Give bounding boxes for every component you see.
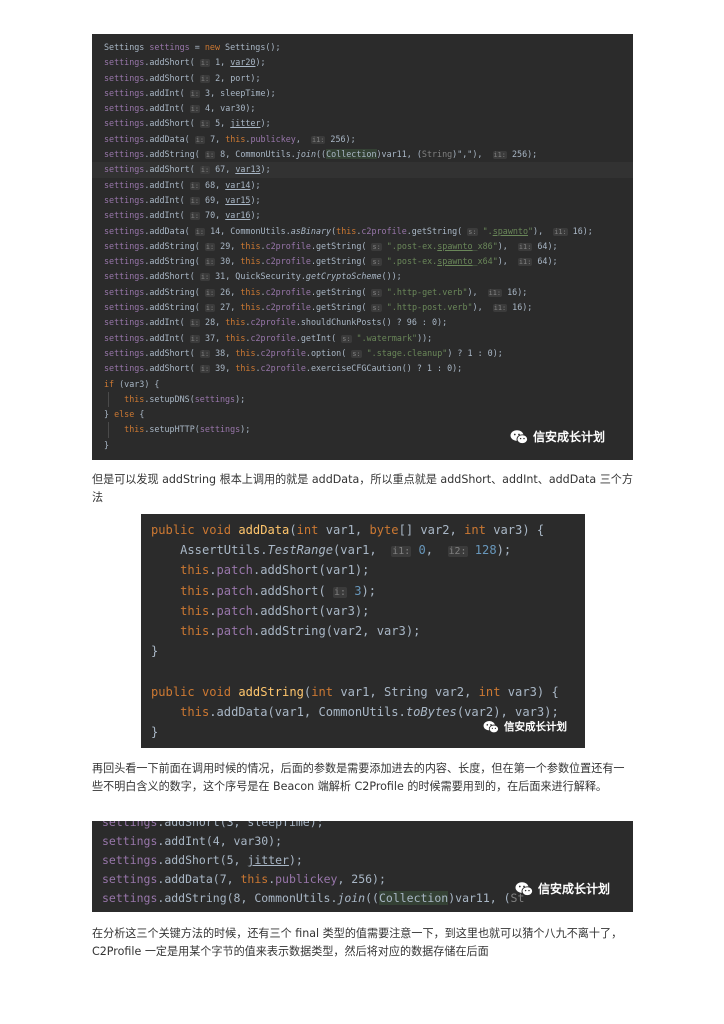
wechat-watermark: 信安成长计划 [515, 880, 610, 897]
code-line: settings.addShort( i: 5, jitter); [104, 118, 271, 129]
code-line: settings.addInt( i: 28, this.c2profile.s… [104, 317, 448, 328]
wechat-icon [483, 720, 499, 733]
code-line: settings.addInt( i: 4, var30); [104, 103, 256, 114]
code-line: settings.addInt( i: 70, var16); [104, 210, 261, 221]
code-line: this.patch.addShort( i: 3); [180, 583, 377, 598]
code-line: this.patch.addShort(var3); [180, 603, 370, 618]
code-screenshot-settings: Settings settings = new Settings(); setti… [92, 34, 633, 460]
code-line: settings.addString( i: 29, this.c2profil… [104, 240, 558, 251]
code-line: settings.addShort(5, jitter); [102, 853, 303, 867]
wechat-watermark: 信安成长计划 [510, 428, 605, 445]
code-line: settings.addInt( i: 3, sleepTime); [104, 87, 276, 98]
code-line: this.patch.addShort(var1); [180, 563, 370, 578]
wechat-icon [510, 429, 528, 444]
code-line: settings.addShort( i: 31, QuickSecurity.… [104, 271, 402, 282]
code-line: settings.addInt(4, var30); [102, 834, 283, 848]
paragraph-sequence-note: 再回头看一下前面在调用时候的情况，后面的参数是需要添加进去的内容、长度，但在第一… [92, 762, 625, 793]
wechat-icon [515, 881, 533, 896]
code-line: AssertUtils.TestRange(var1, i1: 0, i2: 1… [151, 543, 512, 558]
code-line: settings.addShort( i: 2, port); [104, 72, 261, 83]
code-line: settings.addData( i: 14, CommonUtils.asB… [104, 225, 593, 236]
code-line: if (var3) { [104, 378, 160, 389]
code-line: public void addString(int var1, String v… [151, 684, 559, 699]
code-line: settings.addString( i: 30, this.c2profil… [104, 256, 558, 267]
code-line: settings.addInt( i: 37, this.c2profile.g… [104, 332, 433, 343]
code-line: public void addData(int var1, byte[] var… [151, 523, 545, 537]
code-line: settings.addShort( i: 1, var20); [104, 57, 266, 68]
watermark-text: 信安成长计划 [538, 882, 611, 896]
code-line: settings.addString( i: 26, this.c2profil… [104, 286, 528, 297]
code-line: settings.addData( i: 7, this.publickey, … [104, 133, 356, 144]
code-line: } [151, 644, 159, 659]
code-line: settings.addShort( i: 67, var13); [92, 162, 633, 178]
code-line: Settings settings = new Settings(); [104, 42, 281, 52]
watermark-text: 信安成长计划 [504, 721, 567, 733]
code-line: settings.addShort( i: 38, this.c2profile… [104, 347, 503, 358]
code-line: settings.addString( i: 27, this.c2profil… [104, 302, 533, 313]
paragraph-final-values-note: 在分析这三个关键方法的时候，还有三个 final 类型的值需要注意一下，到这里也… [92, 927, 623, 958]
code-line: settings.addShort( i: 39, this.c2profile… [104, 363, 463, 374]
code-line: settings.addInt( i: 68, var14); [104, 179, 261, 190]
paragraph-addstring-note: 但是可以发现 addString 根本上调用的就是 addData，所以重点就是… [92, 473, 633, 504]
code-line: this.setupDNS(settings); [92, 391, 633, 408]
wechat-watermark: 信安成长计划 [483, 719, 567, 734]
code-line: settings.addInt( i: 69, var15); [104, 194, 261, 205]
watermark-text: 信安成长计划 [533, 430, 606, 444]
code-line: settings.addShort(3, sleepTime); [102, 821, 324, 829]
code-line: settings.addString( i: 8, CommonUtils.jo… [104, 149, 538, 160]
code-line: settings.addShort(67, var13); [92, 908, 633, 912]
code-line: } else { [104, 409, 145, 420]
code-screenshot-adddata: public void addData(int var1, byte[] var… [141, 514, 585, 748]
code-screenshot-settings-crop: settings.addShort(3, sleepTime); settings… [92, 821, 633, 912]
code-line: this.patch.addString(var2, var3); [180, 623, 421, 638]
